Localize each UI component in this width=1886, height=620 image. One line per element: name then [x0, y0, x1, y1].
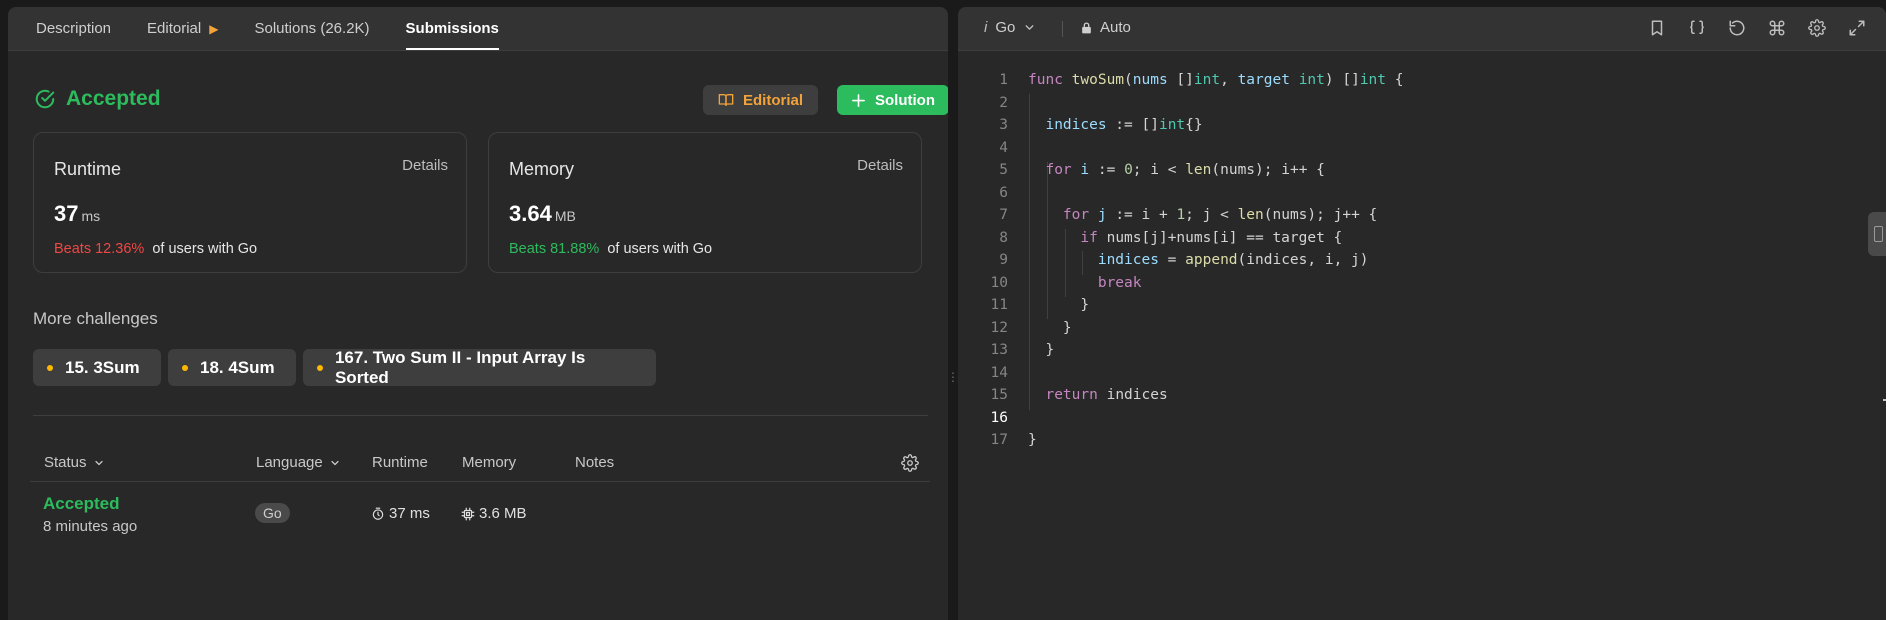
side-panel-toggle[interactable]	[1868, 212, 1886, 256]
chevron-down-icon	[1025, 25, 1034, 30]
lock-icon	[1082, 21, 1091, 33]
code-line: for i := 0; i < len(nums); i++ {	[1045, 162, 1325, 178]
runtime-card: Runtime Details 37 ms Beats 12.36% of use…	[33, 132, 467, 273]
line-number: 6	[999, 184, 1008, 201]
table-header-divider	[30, 481, 930, 482]
line-number: 13	[990, 342, 1008, 358]
result-header: Accepted Editorial Solution	[34, 83, 948, 119]
runtime-details-link[interactable]: Details	[402, 157, 448, 174]
code-line: }	[1028, 319, 1072, 336]
plus-icon	[852, 93, 865, 107]
language-badge: Go	[255, 503, 290, 523]
line-number: 2	[999, 94, 1008, 111]
gear-icon	[901, 454, 919, 472]
tab-editorial[interactable]: Editorial ▶	[129, 7, 236, 50]
line-number: 4	[999, 139, 1008, 156]
difficulty-dot	[182, 364, 188, 371]
reset-icon[interactable]	[1728, 19, 1746, 37]
book-icon	[718, 94, 734, 106]
auto-mode-toggle[interactable]: Auto	[1080, 19, 1131, 36]
line-number: 17	[990, 432, 1008, 448]
language-selector[interactable]: i Go	[984, 19, 1036, 36]
row-memory: 3.6 MB	[461, 505, 527, 522]
chevron-down-icon	[331, 460, 339, 465]
row-runtime: 37 ms	[371, 505, 430, 522]
language-prefix: i	[984, 19, 988, 36]
line-number: 3	[999, 117, 1008, 133]
line-number: 15	[990, 387, 1008, 403]
tab-description[interactable]: Description	[18, 7, 129, 50]
line-number: 7	[999, 207, 1008, 223]
expand-icon[interactable]	[1848, 19, 1866, 37]
status-column-header[interactable]: Status	[44, 454, 105, 471]
runtime-column-header: Runtime	[372, 454, 428, 471]
memory-value: 3.64 MB	[509, 201, 576, 226]
line-number: 5	[999, 162, 1008, 178]
code-line: }	[1028, 342, 1055, 358]
code-line: if nums[j]+nums[i] == target {	[1080, 229, 1343, 246]
line-number: 11	[990, 297, 1008, 313]
editorial-button[interactable]: Editorial	[703, 85, 818, 115]
language-column-header[interactable]: Language	[256, 454, 341, 471]
solution-button[interactable]: Solution	[837, 85, 948, 115]
panel-resize-handle[interactable]: · · ·	[949, 365, 957, 387]
accepted-status: Accepted	[34, 87, 161, 111]
code-line: indices := []int{}	[1045, 117, 1203, 133]
tab-solutions[interactable]: Solutions (26.2K)	[236, 7, 387, 50]
code-line: indices = append(indices, i, j)	[1097, 252, 1369, 268]
challenge-chip[interactable]: 18. 4Sum	[168, 349, 296, 386]
stopwatch-icon	[372, 507, 384, 520]
command-icon[interactable]	[1768, 19, 1786, 37]
code-line: return indices	[1045, 387, 1168, 403]
memory-label: Memory	[509, 159, 575, 179]
more-challenges-title: More challenges	[33, 309, 158, 328]
tab-bar: Description Editorial ▶ Solutions (26.2K)…	[8, 7, 948, 51]
runtime-value: 37 ms	[54, 201, 101, 226]
code-panel: i Go Auto 1 2 3 4 5 6 7 8 9 10 11 12 13 …	[958, 7, 1886, 620]
memory-card: Memory Details 3.64 MB Beats 81.88% of us…	[488, 132, 922, 273]
submission-panel: Description Editorial ▶ Solutions (26.2K)…	[8, 7, 948, 620]
memory-beats: Beats 81.88% of users with Go	[509, 241, 713, 257]
code-line: }	[1028, 432, 1037, 448]
editor-actions	[1648, 19, 1866, 37]
line-number: 16	[990, 409, 1008, 426]
code-editor[interactable]: 1 2 3 4 5 6 7 8 9 10 11 12 13 14 15 16 1…	[958, 58, 1886, 620]
line-number: 9	[999, 252, 1008, 268]
code-line: for j := i + 1; j < len(nums); j++ {	[1062, 207, 1378, 223]
section-divider	[33, 415, 928, 416]
bookmark-icon[interactable]	[1648, 19, 1666, 37]
challenge-chip[interactable]: 15. 3Sum	[33, 349, 161, 386]
check-circle-icon	[35, 89, 55, 109]
memory-column-header: Memory	[462, 454, 517, 471]
chevron-down-icon	[94, 460, 103, 465]
tab-submissions[interactable]: Submissions	[388, 7, 517, 50]
chip-icon	[461, 507, 475, 520]
code-line: break	[1097, 274, 1142, 291]
runtime-label: Runtime	[54, 159, 122, 179]
runtime-beats: Beats 12.36% of users with Go	[54, 241, 258, 257]
line-number: 12	[990, 319, 1008, 336]
gear-icon[interactable]	[1808, 19, 1826, 37]
code-line: }	[1028, 297, 1090, 313]
editor-toolbar: i Go Auto	[958, 7, 1886, 51]
row-status[interactable]: Accepted	[43, 494, 120, 514]
format-braces-icon[interactable]	[1688, 19, 1706, 37]
table-settings-button[interactable]	[901, 454, 919, 477]
notes-column-header: Notes	[575, 454, 615, 471]
video-icon: ▶	[209, 21, 219, 36]
code-line: func twoSum(nums []int, target int) []in…	[1028, 72, 1404, 88]
challenge-chip[interactable]: 167. Two Sum II - Input Array Is Sorted	[303, 348, 656, 387]
line-number: 8	[999, 229, 1008, 246]
row-time: 8 minutes ago	[43, 518, 138, 535]
difficulty-dot	[317, 364, 323, 371]
difficulty-dot	[47, 364, 53, 371]
line-number: 10	[990, 274, 1008, 291]
toolbar-separator	[1062, 21, 1063, 37]
memory-details-link[interactable]: Details	[857, 157, 903, 174]
line-number: 14	[990, 364, 1008, 381]
line-number: 1	[999, 72, 1008, 88]
